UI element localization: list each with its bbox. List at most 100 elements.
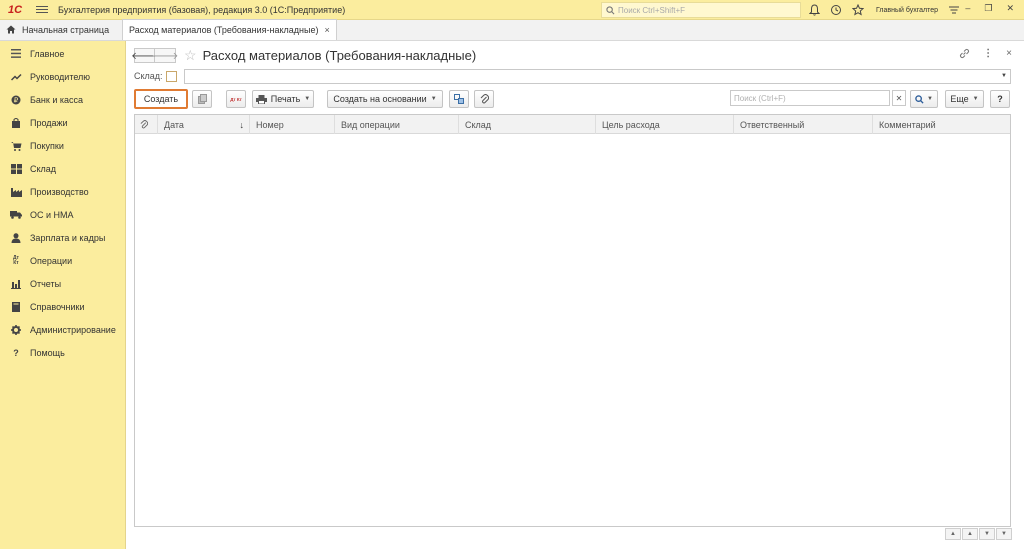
sidebar-item-administration[interactable]: Администрирование [0, 318, 125, 341]
column-header-label: Цель расхода [602, 119, 660, 130]
column-header-warehouse[interactable]: Склад [459, 115, 596, 134]
sidebar-item-label: Покупки [30, 140, 64, 151]
dt-kt-button[interactable]: Дт Кт [226, 90, 246, 108]
menu-icon [10, 48, 22, 60]
sidebar-item-fixed-assets[interactable]: ОС и НМА [0, 203, 125, 226]
sklad-field[interactable]: ▼ [183, 68, 1011, 84]
minimize-button[interactable]: – [965, 3, 970, 14]
sidebar-item-label: Зарплата и кадры [30, 232, 106, 243]
tab-home[interactable]: Начальная страница [0, 19, 122, 40]
column-header-label: Вид операции [341, 119, 400, 130]
sidebar-item-label: Справочники [30, 301, 85, 312]
sidebar-item-label: Руководителю [30, 71, 91, 82]
chevron-down-icon: ▼ [430, 96, 437, 102]
current-user[interactable]: Главный бухгалтер [876, 7, 938, 14]
home-icon [6, 25, 16, 34]
warehouse-icon [10, 163, 22, 175]
sidebar-item-label: Производство [30, 186, 89, 197]
sklad-filter-checkbox[interactable] [165, 70, 177, 82]
table-header: Дата ↓ Номер Вид операции Склад Цель рас… [135, 115, 1010, 134]
sidebar-item-help[interactable]: ? Помощь [0, 341, 125, 364]
column-header-number[interactable]: Номер [250, 115, 335, 134]
double-up-icon: ▲ [950, 531, 956, 537]
link-icon[interactable] [959, 48, 970, 62]
restore-button[interactable]: ❐ [984, 3, 992, 14]
chevron-down-icon: ▼ [972, 96, 979, 102]
list-search-placeholder: Поиск (Ctrl+F) [734, 93, 786, 103]
column-header-operation-type[interactable]: Вид операции [335, 115, 459, 134]
column-header-label: Комментарий [879, 119, 936, 130]
column-header-expense-purpose[interactable]: Цель расхода [596, 115, 734, 134]
question-icon: ? [13, 347, 19, 358]
scroll-first-button[interactable]: ▲ [945, 528, 961, 540]
create-button[interactable]: Создать [134, 89, 188, 109]
tab-home-label: Начальная страница [22, 24, 110, 35]
favorite-star-icon[interactable]: ☆ [184, 47, 197, 64]
copy-button[interactable] [192, 90, 212, 108]
column-header-date[interactable]: Дата ↓ [158, 115, 250, 134]
bell-icon[interactable] [808, 3, 820, 17]
column-header-responsible[interactable]: Ответственный [734, 115, 873, 134]
sidebar-item-production[interactable]: Производство [0, 180, 125, 203]
print-button[interactable]: Печать ▼ [252, 90, 314, 108]
more-actions-icon[interactable]: ⋮ [983, 48, 993, 62]
more-button[interactable]: Еще ▼ [945, 90, 984, 108]
settings-menu-icon[interactable] [948, 3, 960, 17]
list-search-input[interactable]: Поиск (Ctrl+F) [730, 90, 890, 106]
scroll-down-button[interactable]: ▼ [979, 528, 995, 540]
column-header-comment[interactable]: Комментарий [873, 115, 1010, 134]
column-header-label: Номер [256, 119, 284, 130]
close-form-icon[interactable]: × [1006, 48, 1012, 62]
sidebar-item-catalogs[interactable]: Справочники [0, 295, 125, 318]
double-down-icon: ▼ [1001, 531, 1007, 537]
chevron-down-icon: ▼ [927, 96, 933, 102]
global-search-input[interactable]: Поиск Ctrl+Shift+F [601, 2, 801, 18]
help-button[interactable]: ? [990, 90, 1010, 108]
chevron-down-icon[interactable]: ▼ [998, 70, 1010, 83]
documents-table[interactable]: Дата ↓ Номер Вид операции Склад Цель рас… [134, 114, 1011, 527]
sidebar-item-reports[interactable]: Отчеты [0, 272, 125, 295]
print-button-label: Печать [270, 94, 301, 104]
title-bar: 1С Бухгалтерия предприятия (базовая), ре… [0, 0, 1024, 20]
sidebar-item-payroll[interactable]: Зарплата и кадры [0, 226, 125, 249]
close-tab-icon[interactable]: × [324, 25, 329, 35]
chevron-down-icon: ▼ [304, 96, 311, 102]
sidebar-item-sales[interactable]: Продажи [0, 111, 125, 134]
coin-icon: ₽ [10, 94, 22, 106]
tab-active-label: Расход материалов (Требования-накладные) [129, 25, 319, 35]
attach-button[interactable] [474, 90, 494, 108]
tab-materials-expense[interactable]: Расход материалов (Требования-накладные)… [122, 19, 337, 40]
sidebar-item-manager[interactable]: Руководителю [0, 65, 125, 88]
global-search-placeholder: Поиск Ctrl+Shift+F [618, 5, 686, 15]
sidebar-item-operations[interactable]: Дт Кт Операции [0, 249, 125, 272]
create-based-on-button[interactable]: Создать на основании ▼ [327, 90, 443, 108]
forward-button[interactable]: 🡒 [152, 48, 178, 63]
sidebar-item-bank[interactable]: ₽ Банк и касса [0, 88, 125, 111]
sort-down-icon: ↓ [239, 119, 245, 130]
close-window-button[interactable]: ✕ [1006, 3, 1014, 14]
book-icon [10, 301, 22, 313]
scroll-up-button[interactable]: ▲ [962, 528, 978, 540]
down-icon: ▼ [984, 531, 990, 537]
column-header-attachment[interactable] [135, 115, 158, 134]
bag-icon [10, 117, 22, 129]
printer-icon [255, 94, 267, 104]
structure-button[interactable] [449, 90, 469, 108]
toolbar: Создать Дт Кт Печать ▼ Создать на основа… [134, 89, 1011, 110]
sidebar-item-main[interactable]: Главное [0, 42, 125, 65]
scroll-last-button[interactable]: ▼ [996, 528, 1012, 540]
search-icon [606, 5, 615, 14]
history-icon[interactable] [830, 3, 842, 17]
search-button[interactable]: ▼ [910, 90, 938, 108]
main-menu-icon[interactable] [36, 6, 48, 13]
favorites-star-icon[interactable] [852, 3, 864, 17]
dt-kt-icon: Дт Кт [12, 254, 19, 266]
clear-search-button[interactable]: ✕ [892, 90, 906, 106]
sidebar-item-label: Отчеты [30, 278, 62, 289]
sidebar-item-warehouse[interactable]: Склад [0, 157, 125, 180]
page-title: Расход материалов (Требования-накладные) [202, 48, 477, 63]
cart-icon [10, 140, 22, 152]
sidebar-item-purchases[interactable]: Покупки [0, 134, 125, 157]
column-header-label: Дата [164, 119, 184, 130]
up-icon: ▲ [967, 531, 973, 537]
